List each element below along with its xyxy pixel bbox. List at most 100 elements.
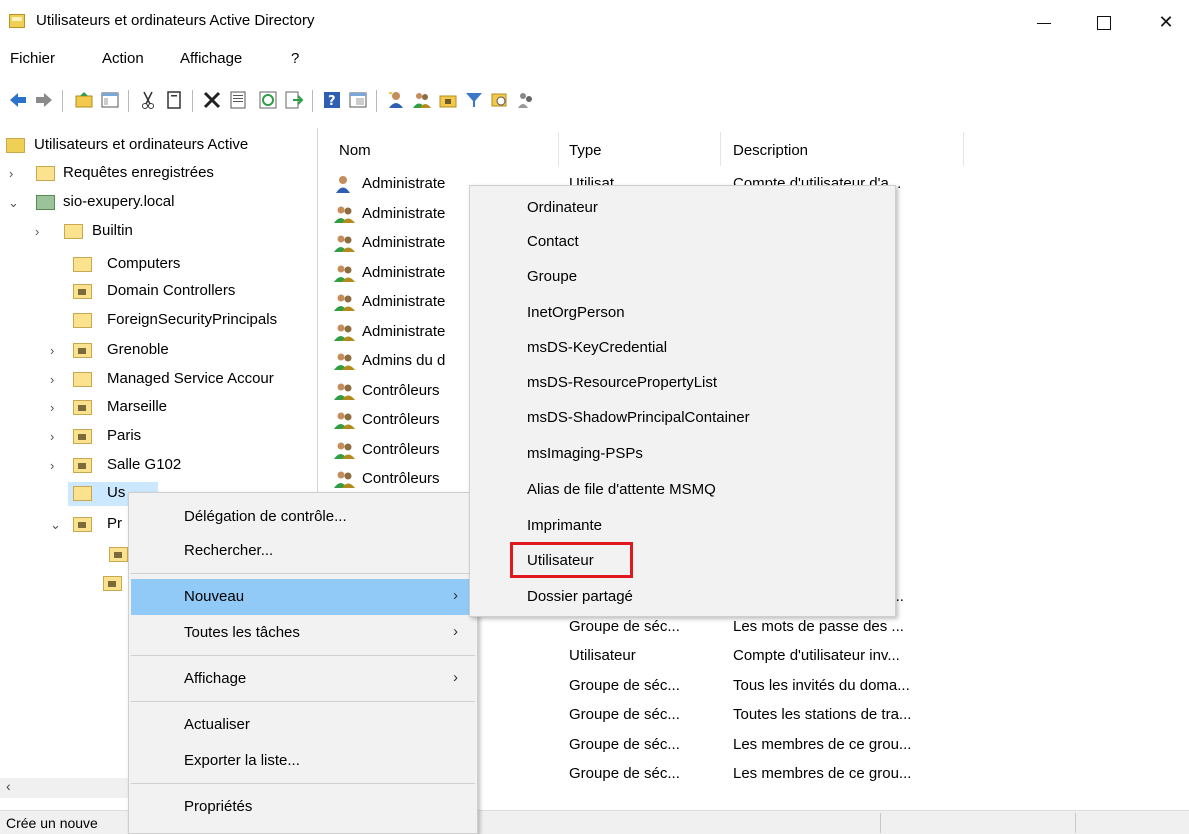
group-icon (334, 440, 356, 460)
group-icon (334, 381, 356, 401)
menu-separator (131, 701, 475, 702)
chevron-down-icon[interactable]: ⌄ (50, 517, 62, 533)
close-icon: ✕ (1158, 12, 1174, 32)
find-icon[interactable] (490, 90, 510, 110)
column-header-type[interactable]: Type (569, 142, 602, 159)
column-divider[interactable] (558, 132, 559, 166)
toolbar-separator (312, 90, 313, 112)
back-arrow-icon[interactable] (8, 90, 28, 110)
submenu-item-inetorgperson[interactable]: InetOrgPerson (472, 297, 892, 329)
new-group-icon[interactable] (412, 90, 432, 110)
tree-item-label: ForeignSecurityPrincipals (107, 311, 278, 328)
help-icon[interactable]: ? (322, 90, 342, 110)
status-divider (1075, 813, 1076, 833)
tree-item-label: Builtin (92, 222, 133, 239)
menu-help[interactable]: ? (291, 50, 299, 67)
scroll-left-icon[interactable]: ‹ (6, 778, 11, 794)
maximize-icon (1097, 16, 1111, 31)
menu-item-toutes-les-taches[interactable]: Toutes les tâches › (131, 615, 475, 651)
submenu-item-msimaging-psps[interactable]: msImaging-PSPs (472, 438, 892, 470)
group-icon (334, 410, 356, 430)
maximize-button[interactable] (1084, 8, 1124, 36)
tree-item-label: Marseille (107, 398, 168, 415)
menu-item-label: Délégation de contrôle... (184, 508, 347, 525)
tree-item-label: Computers (107, 255, 181, 272)
menu-item-exporter-la-liste[interactable]: Exporter la liste... (131, 743, 475, 779)
ou-icon (73, 517, 92, 532)
submenu-item-label: InetOrgPerson (527, 304, 625, 321)
minimize-button[interactable] (1024, 8, 1064, 36)
chevron-right-icon[interactable]: › (50, 343, 62, 358)
annotation-highlight-box (510, 542, 633, 578)
tree-item-label: Salle G102 (107, 456, 182, 473)
forward-arrow-icon[interactable] (34, 90, 54, 110)
submenu-item-ordinateur[interactable]: Ordinateur (472, 192, 892, 224)
delegate-icon[interactable] (516, 90, 536, 110)
menu-item-proprietes[interactable]: Propriétés (131, 789, 475, 825)
cell-description: Tous les invités du doma... (733, 676, 910, 694)
folder-icon (73, 486, 92, 501)
new-user-icon[interactable] (386, 90, 406, 110)
submenu-item-dossier-partage[interactable]: Dossier partagé (472, 581, 892, 613)
folder-up-icon[interactable] (74, 90, 94, 110)
cell-type: Groupe de séc... (569, 676, 680, 694)
copy-icon[interactable] (164, 90, 184, 110)
menu-item-label: Actualiser (184, 716, 250, 733)
submenu-item-contact[interactable]: Contact (472, 226, 892, 258)
show-console-tree-icon[interactable] (100, 90, 120, 110)
menu-item-affichage[interactable]: Affichage › (131, 661, 475, 697)
tree-item-label: Paris (107, 427, 142, 444)
menu-item-delegation[interactable]: Délégation de contrôle... (131, 499, 475, 535)
chevron-down-icon[interactable]: ⌄ (8, 195, 20, 211)
cut-icon[interactable] (138, 90, 158, 110)
cell-description: Les mots de passe des ... (733, 617, 904, 635)
submenu-item-groupe[interactable]: Groupe (472, 261, 892, 293)
menu-action[interactable]: Action (102, 50, 144, 67)
chevron-right-icon[interactable]: › (35, 224, 47, 239)
column-header-description[interactable]: Description (733, 142, 808, 159)
minimize-icon (1037, 22, 1051, 24)
refresh-icon[interactable] (258, 90, 278, 110)
close-button[interactable]: ✕ (1146, 8, 1186, 36)
ou-icon (73, 458, 92, 473)
submenu-item-label: Imprimante (527, 517, 603, 534)
menu-item-actualiser[interactable]: Actualiser (131, 707, 475, 743)
chevron-right-icon[interactable]: › (50, 372, 62, 387)
cell-description: Compte d'utilisateur inv... (733, 647, 900, 664)
submenu-item-label: Groupe (527, 268, 578, 285)
menu-item-label: Propriétés (184, 798, 253, 815)
tree-item-label: Requêtes enregistrées (63, 164, 214, 181)
delete-icon[interactable] (202, 90, 222, 110)
chevron-right-icon[interactable]: › (50, 429, 62, 444)
group-icon (334, 322, 356, 342)
toolbar-separator (192, 90, 193, 112)
toolbar: ? (0, 86, 1189, 116)
new-ou-icon[interactable] (438, 90, 458, 110)
menu-item-label: Affichage (184, 670, 247, 687)
filter-icon[interactable] (464, 90, 484, 110)
user-icon (334, 174, 356, 194)
menu-item-rechercher[interactable]: Rechercher... (131, 533, 475, 569)
details-view-icon[interactable] (348, 90, 368, 110)
menu-separator (131, 573, 475, 574)
chevron-right-icon[interactable]: › (9, 166, 21, 181)
submenu-item-shadowprincipalcontainer[interactable]: msDS-ShadowPrincipalContainer (472, 402, 892, 434)
column-header-nom[interactable]: Nom (339, 142, 371, 159)
submenu-item-resourcepropertylist[interactable]: msDS-ResourcePropertyList (472, 367, 892, 399)
export-list-icon[interactable] (284, 90, 304, 110)
submenu-item-label: Dossier partagé (527, 588, 633, 605)
chevron-right-icon[interactable]: › (50, 458, 62, 473)
column-divider[interactable] (720, 132, 721, 166)
submenu-item-msmq-alias[interactable]: Alias de file d'attente MSMQ (472, 474, 892, 506)
submenu-item-keycredential[interactable]: msDS-KeyCredential (472, 332, 892, 364)
menu-affichage[interactable]: Affichage (180, 50, 242, 67)
folder-icon (36, 166, 55, 181)
column-divider[interactable] (963, 132, 964, 166)
tree-item-label: Grenoble (107, 341, 169, 358)
submenu-item-imprimante[interactable]: Imprimante (472, 510, 892, 542)
properties-icon[interactable] (228, 90, 248, 110)
menu-item-nouveau[interactable]: Nouveau › (131, 579, 475, 615)
menu-fichier[interactable]: Fichier (10, 50, 55, 67)
chevron-right-icon[interactable]: › (50, 400, 62, 415)
ou-icon (73, 343, 92, 358)
